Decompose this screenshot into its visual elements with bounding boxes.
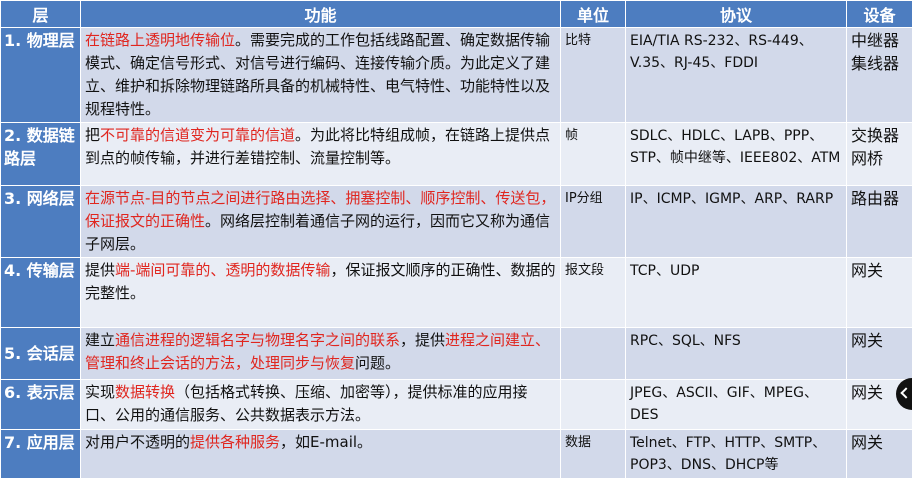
layer-cell: 6. 表示层 bbox=[1, 380, 81, 430]
function-cell: 对用户不透明的提供各种服务，如E-mail。 bbox=[81, 430, 561, 479]
function-cell: 在链路上透明地传输位。需要完成的工作包括线路配置、确定数据传输模式、确定信号形式… bbox=[81, 28, 561, 123]
unit-cell: 比特 bbox=[561, 28, 626, 123]
protocol-cell: TCP、UDP bbox=[626, 258, 847, 328]
function-text: ，提供 bbox=[400, 331, 445, 349]
function-text-highlight: 数据转换 bbox=[115, 383, 175, 401]
header-unit: 单位 bbox=[561, 1, 626, 28]
device-cell: 网关 bbox=[847, 258, 912, 328]
table-row: 2. 数据链路层 把不可靠的信道变为可靠的信道。为此将比特组成帧，在链路上提供点… bbox=[1, 123, 912, 186]
protocol-cell: IP、ICMP、IGMP、ARP、RARP bbox=[626, 186, 847, 258]
layer-cell: 3. 网络层 bbox=[1, 186, 81, 258]
function-text-highlight: 在链路上透明地传输位 bbox=[85, 31, 235, 49]
function-text: 提供 bbox=[85, 261, 115, 279]
unit-cell bbox=[561, 328, 626, 380]
protocol-cell: Telnet、FTP、HTTP、SMTP、POP3、DNS、DHCP等 bbox=[626, 430, 847, 479]
device-cell: 路由器 bbox=[847, 186, 912, 258]
layer-cell: 5. 会话层 bbox=[1, 328, 81, 380]
device-cell: 网关 bbox=[847, 430, 912, 479]
function-text-highlight: 提供各种服务 bbox=[190, 433, 280, 451]
function-text: 建立 bbox=[85, 331, 115, 349]
layer-cell: 4. 传输层 bbox=[1, 258, 81, 328]
layer-cell: 2. 数据链路层 bbox=[1, 123, 81, 186]
table-row: 6. 表示层 实现数据转换（包括格式转换、压缩、加密等），提供标准的应用接口、公… bbox=[1, 380, 912, 430]
function-text-highlight: 不可靠的信道变为可靠的信道 bbox=[100, 126, 295, 144]
device-cell: 交换器 网桥 bbox=[847, 123, 912, 186]
table-row: 5. 会话层 建立通信进程的逻辑名字与物理名字之间的联系，提供进程之间建立、管理… bbox=[1, 328, 912, 380]
header-row: 层 功能 单位 协议 设备 bbox=[1, 1, 912, 28]
function-text: 把 bbox=[85, 126, 100, 144]
unit-cell: 数据 bbox=[561, 430, 626, 479]
function-text: ，如E-mail。 bbox=[280, 433, 372, 451]
layer-cell: 7. 应用层 bbox=[1, 430, 81, 479]
protocol-cell: EIA/TIA RS-232、RS-449、V.35、RJ-45、FDDI bbox=[626, 28, 847, 123]
header-function: 功能 bbox=[81, 1, 561, 28]
unit-cell: IP分组 bbox=[561, 186, 626, 258]
osi-model-table: 层 功能 单位 协议 设备 1. 物理层 在链路上透明地传输位。需要完成的工作包… bbox=[0, 0, 912, 479]
function-cell: 提供端-端间可靠的、透明的数据传输，保证报文顺序的正确性、数据的完整性。 bbox=[81, 258, 561, 328]
function-text: 问题。 bbox=[355, 354, 400, 372]
function-cell: 实现数据转换（包括格式转换、压缩、加密等），提供标准的应用接口、公用的通信服务、… bbox=[81, 380, 561, 430]
header-protocol: 协议 bbox=[626, 1, 847, 28]
function-text: 对用户不透明的 bbox=[85, 433, 190, 451]
unit-cell: 报文段 bbox=[561, 258, 626, 328]
function-cell: 建立通信进程的逻辑名字与物理名字之间的联系，提供进程之间建立、管理和终止会话的方… bbox=[81, 328, 561, 380]
table-row: 1. 物理层 在链路上透明地传输位。需要完成的工作包括线路配置、确定数据传输模式… bbox=[1, 28, 912, 123]
unit-cell: 帧 bbox=[561, 123, 626, 186]
protocol-cell: JPEG、ASCII、GIF、MPEG、DES bbox=[626, 380, 847, 430]
layer-cell: 1. 物理层 bbox=[1, 28, 81, 123]
function-text-highlight: 端-端间可靠的、透明的数据传输 bbox=[115, 261, 330, 279]
table-row: 4. 传输层 提供端-端间可靠的、透明的数据传输，保证报文顺序的正确性、数据的完… bbox=[1, 258, 912, 328]
header-layer: 层 bbox=[1, 1, 81, 28]
table-row: 7. 应用层 对用户不透明的提供各种服务，如E-mail。 数据 Telnet、… bbox=[1, 430, 912, 479]
protocol-cell: SDLC、HDLC、LAPB、PPP、STP、帧中继等、IEEE802、ATM bbox=[626, 123, 847, 186]
function-cell: 在源节点-目的节点之间进行路由选择、拥塞控制、顺序控制、传送包，保证报文的正确性… bbox=[81, 186, 561, 258]
device-cell: 中继器 集线器 bbox=[847, 28, 912, 123]
device-cell: 网关 bbox=[847, 328, 912, 380]
unit-cell bbox=[561, 380, 626, 430]
function-text: 实现 bbox=[85, 383, 115, 401]
function-text-highlight: 通信进程的逻辑名字与物理名字之间的联系 bbox=[115, 331, 400, 349]
table-row: 3. 网络层 在源节点-目的节点之间进行路由选择、拥塞控制、顺序控制、传送包，保… bbox=[1, 186, 912, 258]
header-device: 设备 bbox=[847, 1, 912, 28]
protocol-cell: RPC、SQL、NFS bbox=[626, 328, 847, 380]
function-cell: 把不可靠的信道变为可靠的信道。为此将比特组成帧，在链路上提供点到点的帧传输，并进… bbox=[81, 123, 561, 186]
